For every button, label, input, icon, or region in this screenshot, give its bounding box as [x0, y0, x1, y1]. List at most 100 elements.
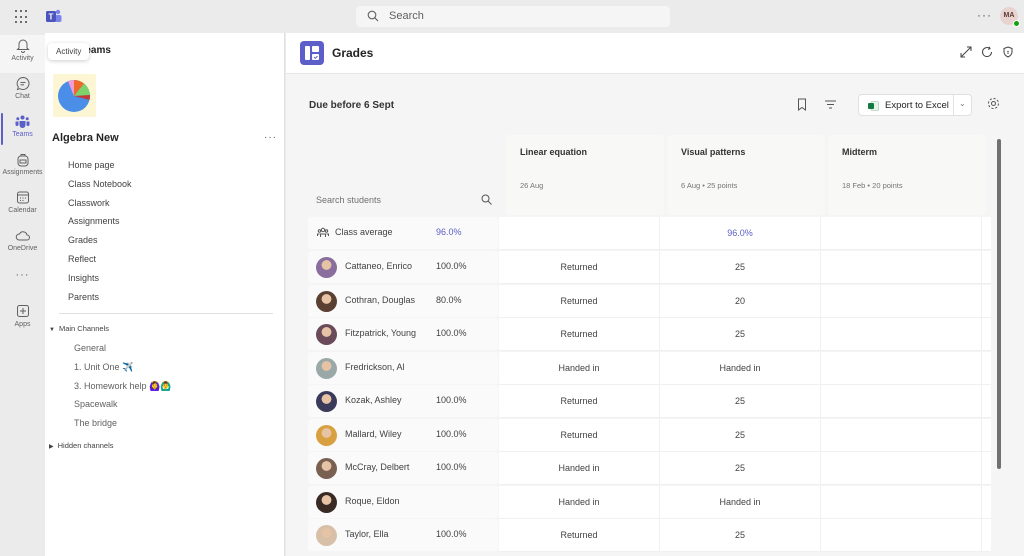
settings-more-button[interactable]: ···: [977, 8, 992, 22]
grade-cell[interactable]: [821, 351, 982, 385]
search-input[interactable]: Search: [356, 6, 670, 27]
student-name-cell[interactable]: Fitzpatrick, Young 100.0%: [308, 318, 498, 350]
student-row[interactable]: Taylor, Ella 100.0% Returned 25: [308, 519, 991, 552]
student-name-cell[interactable]: Mallard, Wiley 100.0%: [308, 418, 498, 451]
nav-insights[interactable]: Insights: [68, 271, 132, 290]
grade-cell[interactable]: 20: [660, 284, 821, 318]
search-icon[interactable]: [481, 194, 492, 205]
grade-cell[interactable]: Handed in: [499, 452, 660, 485]
grade-cell[interactable]: [821, 284, 982, 318]
app-launcher-icon[interactable]: [15, 10, 29, 24]
channel-spacewalk[interactable]: Spacewalk: [74, 397, 171, 416]
grade-cell[interactable]: Returned: [499, 251, 660, 284]
column-header-midterm[interactable]: Midterm 18 Feb • 20 points: [828, 135, 986, 215]
nav-assignments[interactable]: Assignments: [68, 214, 132, 233]
export-to-excel-button[interactable]: Export to Excel ⌄: [858, 94, 972, 116]
class-average-label: Class average: [335, 227, 393, 237]
bookmark-icon[interactable]: [797, 98, 807, 111]
nav-grades[interactable]: Grades: [68, 233, 132, 252]
student-name-cell[interactable]: Cothran, Douglas 80.0%: [308, 284, 498, 317]
nav-reflect[interactable]: Reflect: [68, 252, 132, 271]
grade-cell[interactable]: 25: [660, 251, 821, 284]
column-title: Visual patterns: [681, 147, 746, 157]
teams-icon: [15, 115, 30, 128]
hidden-channels-toggle[interactable]: ▶ Hidden channels: [49, 441, 114, 450]
chevron-down-icon[interactable]: ⌄: [959, 99, 966, 108]
rail-onedrive[interactable]: OneDrive: [0, 225, 45, 263]
student-name-cell[interactable]: Kozak, Ashley 100.0%: [308, 385, 498, 417]
grade-cell[interactable]: Handed in: [499, 485, 660, 519]
nav-home-page[interactable]: Home page: [68, 158, 132, 177]
grade-cell[interactable]: Returned: [499, 519, 660, 552]
student-row[interactable]: Kozak, Ashley 100.0% Returned 25: [308, 385, 991, 418]
gear-icon[interactable]: [987, 97, 1000, 110]
rail-activity[interactable]: Activity: [0, 35, 45, 73]
nav-class-notebook[interactable]: Class Notebook: [68, 177, 132, 196]
student-grade-cells: Handed in Handed in: [499, 351, 991, 385]
student-name: Roque, Eldon: [345, 495, 400, 506]
student-avatar: [316, 357, 337, 379]
grade-cell[interactable]: 25: [660, 385, 821, 418]
student-row[interactable]: Fitzpatrick, Young 100.0% Returned 25: [308, 318, 991, 351]
expand-icon[interactable]: [960, 46, 972, 58]
student-name-cell[interactable]: McCray, Delbert 100.0%: [308, 452, 498, 484]
student-row[interactable]: Cothran, Douglas 80.0% Returned 20: [308, 284, 991, 318]
grade-cell[interactable]: [821, 251, 982, 284]
search-students-input[interactable]: Search students: [316, 195, 381, 205]
student-name-cell[interactable]: Roque, Eldon: [308, 485, 498, 518]
grade-cell[interactable]: Returned: [499, 418, 660, 452]
user-avatar[interactable]: MA: [1000, 7, 1020, 27]
nav-parents[interactable]: Parents: [68, 290, 132, 309]
rail-label: Assignments: [2, 169, 43, 176]
student-row[interactable]: Cattaneo, Enrico 100.0% Returned 25: [308, 251, 991, 284]
student-grade-cells: Returned 25: [499, 418, 991, 452]
grade-cell[interactable]: [821, 519, 982, 552]
filter-icon[interactable]: [825, 100, 836, 109]
rail-calendar[interactable]: Calendar: [0, 187, 45, 225]
grade-cell[interactable]: Handed in: [660, 485, 821, 519]
column-header-visual-patterns[interactable]: Visual patterns 6 Aug • 25 points: [667, 135, 825, 215]
refresh-icon[interactable]: [981, 46, 993, 58]
team-picture[interactable]: [53, 74, 96, 117]
channel-the-bridge[interactable]: The bridge: [74, 416, 171, 435]
student-name-cell[interactable]: Taylor, Ella 100.0%: [308, 519, 498, 551]
student-row[interactable]: Mallard, Wiley 100.0% Returned 25: [308, 418, 991, 452]
team-more-options-button[interactable]: ···: [264, 132, 277, 143]
grade-cell[interactable]: Returned: [499, 318, 660, 351]
student-name: Cothran, Douglas: [345, 294, 416, 305]
student-row[interactable]: McCray, Delbert 100.0% Handed in 25: [308, 452, 991, 485]
student-name-cell[interactable]: Cattaneo, Enrico 100.0%: [308, 251, 498, 283]
grid-scrollbar[interactable]: [997, 139, 1001, 469]
grade-cell[interactable]: Handed in: [660, 351, 821, 385]
shield-icon[interactable]: [1002, 46, 1014, 58]
student-name-cell[interactable]: Fredrickson, Al: [308, 351, 498, 384]
grade-cell[interactable]: [821, 385, 982, 418]
column-header-linear-equation[interactable]: Linear equation 26 Aug: [506, 135, 664, 215]
grade-cell[interactable]: [821, 452, 982, 485]
grade-cell[interactable]: 25: [660, 519, 821, 552]
rail-assignments[interactable]: Assignments: [0, 149, 45, 187]
channel-homework-help[interactable]: 3. Homework help 🙆‍♀️🙆‍♂️: [74, 379, 171, 398]
rail-apps[interactable]: Apps: [0, 301, 45, 339]
rail-teams[interactable]: Teams: [0, 111, 45, 149]
grade-cell[interactable]: 25: [660, 452, 821, 485]
channel-unit-one[interactable]: 1. Unit One ✈️: [74, 360, 171, 379]
rail-label: Apps: [14, 321, 31, 328]
grade-cell[interactable]: [821, 418, 982, 452]
student-percentage: 100.0%: [436, 529, 467, 539]
grade-cell[interactable]: [821, 485, 982, 519]
rail-label: Calendar: [8, 207, 37, 214]
grade-cell[interactable]: [821, 318, 982, 351]
main-channels-toggle[interactable]: ▼ Main Channels: [49, 324, 109, 333]
grade-cell[interactable]: Returned: [499, 284, 660, 318]
grade-cell[interactable]: 25: [660, 318, 821, 351]
student-row[interactable]: Roque, Eldon Handed in Handed in: [308, 485, 991, 519]
grade-cell[interactable]: 25: [660, 418, 821, 452]
channel-general[interactable]: General: [74, 341, 171, 360]
grade-cell[interactable]: Handed in: [499, 351, 660, 385]
rail-chat[interactable]: Chat: [0, 73, 45, 111]
class-average-row: Class average 96.0% 96.0%: [308, 217, 991, 250]
nav-classwork[interactable]: Classwork: [68, 196, 132, 215]
grade-cell[interactable]: Returned: [499, 385, 660, 418]
student-row[interactable]: Fredrickson, Al Handed in Handed in: [308, 351, 991, 385]
